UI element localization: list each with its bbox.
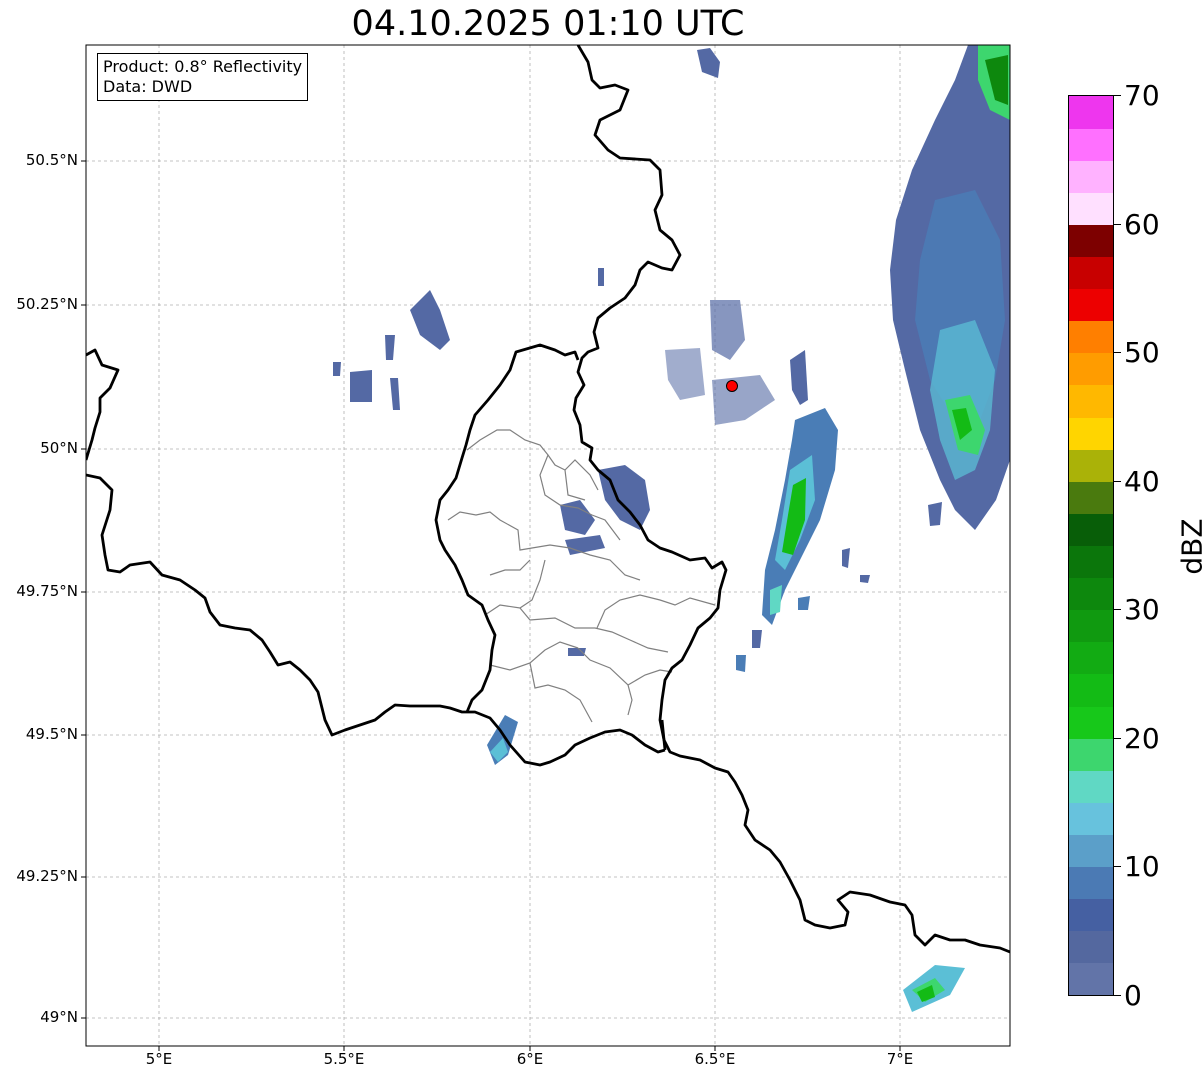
colorbar-segment (1069, 834, 1113, 868)
colorbar-segment (1069, 930, 1113, 964)
colorbar-label: 50 (1124, 336, 1160, 369)
colorbar-segment (1069, 513, 1113, 546)
colorbar (1068, 95, 1114, 996)
colorbar-segment (1069, 352, 1113, 386)
lat-label: 49.25°N (16, 867, 78, 885)
lon-label: 5.5°E (323, 1050, 365, 1068)
colorbar-tick (1114, 352, 1121, 353)
colorbar-segment (1069, 802, 1113, 835)
colorbar-segment (1069, 738, 1113, 771)
colorbar-label: 10 (1124, 850, 1160, 883)
info-box: Product: 0.8° Reflectivity Data: DWD (97, 53, 309, 101)
colorbar-segment (1069, 449, 1113, 482)
radar-site-marker[interactable] (726, 380, 738, 392)
colorbar-segment (1069, 770, 1113, 803)
colorbar-segment (1069, 224, 1113, 258)
colorbar-label: 30 (1124, 593, 1160, 626)
colorbar-segment (1069, 96, 1113, 129)
radar-map[interactable] (0, 0, 1202, 1081)
colorbar-tick (1114, 609, 1121, 610)
colorbar-tick (1114, 95, 1121, 96)
colorbar-unit-label: dBZ (1175, 518, 1202, 575)
colorbar-tick (1114, 481, 1121, 482)
colorbar-segment (1069, 417, 1113, 450)
colorbar-tick (1114, 866, 1121, 867)
colorbar-segment (1069, 481, 1113, 514)
colorbar-tick (1114, 224, 1121, 225)
lat-label: 50°N (40, 439, 78, 457)
colorbar-segment (1069, 320, 1113, 354)
colorbar-tick (1114, 738, 1121, 739)
colorbar-tick (1114, 995, 1121, 996)
colorbar-segment (1069, 384, 1113, 418)
colorbar-label: 70 (1124, 79, 1160, 112)
colorbar-segment (1069, 866, 1113, 900)
lat-label: 49°N (40, 1008, 78, 1026)
colorbar-segment (1069, 128, 1113, 161)
colorbar-segment (1069, 962, 1113, 995)
colorbar-segment (1069, 609, 1113, 643)
colorbar-label: 60 (1124, 208, 1160, 241)
colorbar-segment (1069, 706, 1113, 739)
colorbar-label: 40 (1124, 465, 1160, 498)
colorbar-segment (1069, 288, 1113, 322)
colorbar-segment (1069, 545, 1113, 579)
lon-label: 6.5°E (694, 1050, 736, 1068)
colorbar-segment (1069, 673, 1113, 707)
colorbar-segment (1069, 898, 1113, 932)
lat-label: 50.5°N (25, 151, 78, 169)
info-source: Data: DWD (103, 77, 193, 96)
lat-label: 50.25°N (16, 295, 78, 313)
colorbar-segment (1069, 641, 1113, 675)
lon-label: 6°E (516, 1050, 544, 1068)
colorbar-label: 20 (1124, 722, 1160, 755)
colorbar-segment (1069, 577, 1113, 611)
info-product: Product: 0.8° Reflectivity (103, 57, 303, 76)
lon-label: 5°E (145, 1050, 173, 1068)
colorbar-segment (1069, 192, 1113, 225)
lon-label: 7°E (886, 1050, 914, 1068)
lat-label: 49.75°N (16, 582, 78, 600)
colorbar-label: 0 (1124, 979, 1142, 1012)
colorbar-segment (1069, 256, 1113, 290)
lat-label: 49.5°N (25, 725, 78, 743)
colorbar-segment (1069, 160, 1113, 193)
